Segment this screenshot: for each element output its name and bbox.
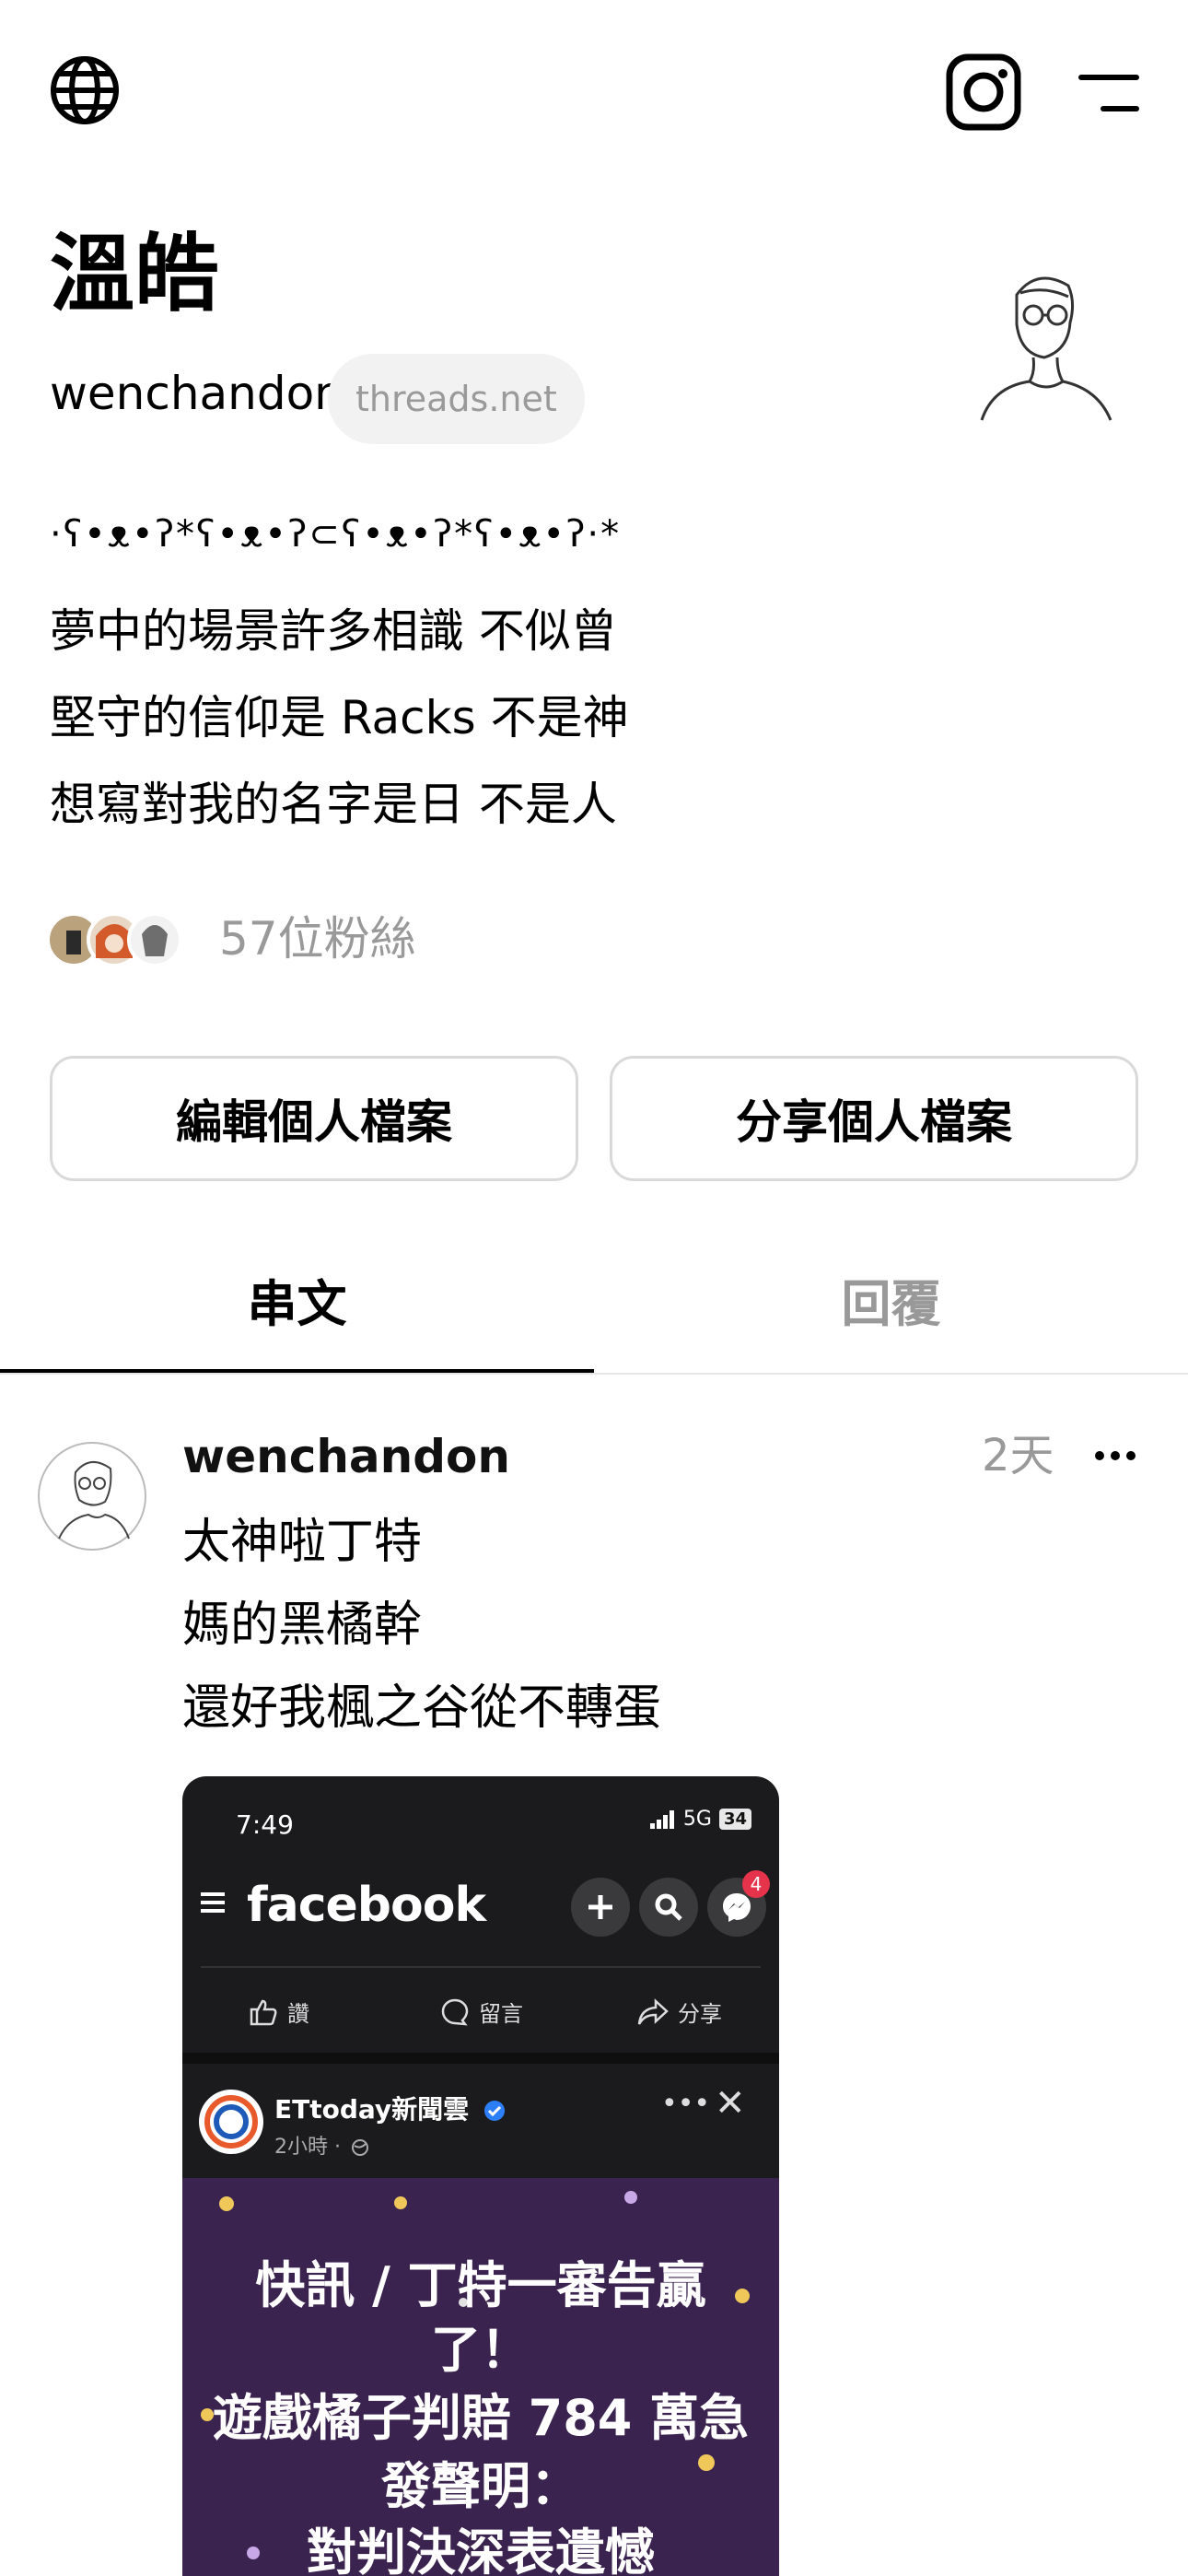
share-profile-button[interactable]: 分享個人檔案 — [610, 1056, 1138, 1181]
embed-share-label: 分享 — [678, 2001, 722, 2027]
bio-decoration: ·ʕ•ᴥ•ʔ*ʕ•ᴥ•ʔ⊂ʕ•ᴥ•ʔ*ʕ•ᴥ•ʔ·* — [50, 513, 622, 556]
post-text-line: 太神啦丁特 — [182, 1515, 423, 1570]
notification-badge: 4 — [742, 1870, 770, 1898]
poster-line-3: 遊戲橘子判賠 784 萬急 — [212, 2389, 750, 2447]
tab-posts[interactable]: 串文 — [0, 1225, 594, 1373]
ettoday-logo — [199, 2090, 263, 2154]
embed-more-icon: ••• — [661, 2088, 711, 2120]
embed-network: 5G — [682, 1808, 712, 1831]
poster-line-5: 對判決深表遺憾 — [307, 2523, 655, 2576]
embed-status-bar: 5G 34 — [649, 1808, 751, 1831]
edit-profile-button[interactable]: 編輯個人檔案 — [50, 1056, 578, 1181]
confetti — [219, 2196, 234, 2211]
globe-icon[interactable] — [48, 53, 122, 127]
confetti — [394, 2196, 407, 2209]
thumbs-up-icon — [250, 1999, 277, 2025]
plus-icon — [571, 1878, 630, 1937]
embed-comment: 留言 — [440, 1996, 523, 2028]
post-image[interactable]: 7:49 5G 34 facebook 4 讚 留言 分享 ETtoday新聞雲… — [182, 1776, 779, 2576]
profile-handle: wenchandon — [50, 367, 344, 420]
embed-page-name-text: ETtoday新聞雲 — [274, 2094, 470, 2125]
confetti — [624, 2191, 637, 2204]
tab-divider — [0, 1373, 1188, 1375]
poster-line-2: 了！ — [431, 2321, 530, 2379]
embed-like: 讚 — [249, 1996, 309, 2028]
comment-icon — [441, 1998, 469, 2025]
post-timestamp: 2天 — [982, 1430, 1054, 1481]
embed-share: 分享 — [637, 1996, 722, 2028]
poster-line-4: 發聲明： — [381, 2457, 580, 2515]
embed-page-name: ETtoday新聞雲 — [274, 2090, 506, 2126]
public-globe-icon — [351, 2139, 368, 2156]
profile-name: 溫皓 — [50, 225, 220, 323]
menu-icon[interactable] — [1076, 70, 1142, 116]
verified-icon — [483, 2101, 505, 2121]
domain-badge[interactable]: threads.net — [328, 354, 585, 444]
embed-like-label: 讚 — [287, 2001, 309, 2027]
embed-battery: 34 — [718, 1809, 751, 1830]
news-poster: 快訊 / 丁特一審告贏 了！ 遊戲橘子判賠 784 萬急 發聲明： 對判決深表遺… — [182, 2178, 779, 2576]
embed-separator-band — [182, 2053, 779, 2064]
search-icon — [639, 1878, 698, 1937]
share-icon — [637, 1997, 669, 2025]
signal-icon — [649, 1809, 674, 1829]
bio-line-1: 夢中的場景許多相識 不似曾 — [50, 604, 617, 658]
instagram-icon[interactable] — [945, 52, 1022, 133]
embed-page-meta: 2小時 · — [274, 2130, 369, 2160]
post-username[interactable]: wenchandon — [182, 1434, 510, 1480]
post-text-line: 媽的黑橘幹 — [182, 1598, 423, 1653]
embed-comment-label: 留言 — [479, 2001, 523, 2027]
embed-divider — [201, 1966, 761, 1968]
embed-status-time: 7:49 — [236, 1809, 294, 1840]
followers-count[interactable]: 57位粉絲 — [219, 916, 416, 962]
more-icon[interactable] — [1094, 1446, 1136, 1465]
bio-line-3: 想寫對我的名字是日 不是人 — [50, 778, 617, 831]
embed-page-meta-text: 2小時 · — [274, 2136, 341, 2159]
embed-brand: facebook — [247, 1878, 486, 1933]
embed-close-icon: ✕ — [715, 2082, 746, 2125]
follower-avatars[interactable] — [46, 903, 193, 977]
post-text-line: 還好我楓之谷從不轉蛋 — [182, 1680, 662, 1736]
poster-line-1: 快訊 / 丁特一審告贏 — [255, 2256, 706, 2314]
bio-line-2: 堅守的信仰是 Racks 不是神 — [50, 691, 629, 744]
post-avatar[interactable] — [37, 1432, 147, 1563]
profile-avatar[interactable] — [973, 258, 1120, 424]
hamburger-icon — [201, 1891, 225, 1914]
tab-replies[interactable]: 回覆 — [594, 1225, 1188, 1373]
